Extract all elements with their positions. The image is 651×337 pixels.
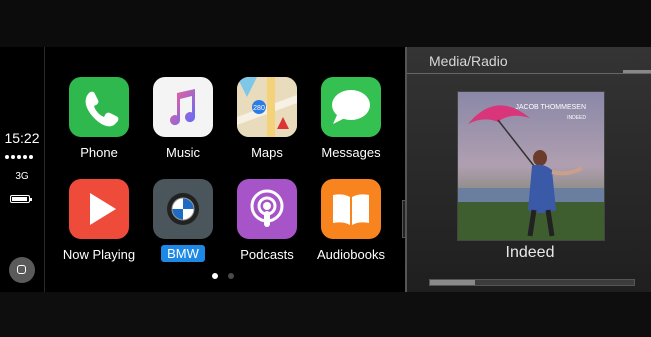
media-radio-panel: Media/Radio JACOB THOMMESEN INDEED Indee… [405,47,651,292]
clock: 15:22 [4,130,40,146]
app-label: Audiobooks [317,247,385,262]
phone-icon [69,77,129,137]
progress-fill [430,280,475,285]
page-dot [228,273,234,279]
track-name: Indeed [505,244,555,261]
app-phone[interactable]: Phone [59,77,139,177]
podcasts-icon [237,179,297,239]
album-title: INDEED [567,115,586,121]
top-bezel [0,0,651,47]
carplay-screen: 15:22 3G Phone Music 280 Maps Messages N… [0,47,405,292]
network-type: 3G [15,171,29,182]
app-label: Maps [251,145,283,160]
app-label: Podcasts [240,247,294,262]
app-label: Phone [80,145,118,160]
app-messages[interactable]: Messages [311,77,391,177]
app-now-playing[interactable]: Now Playing [59,179,139,279]
album-art[interactable]: JACOB THOMMESEN INDEED [457,91,605,241]
app-bmw[interactable]: BMW [143,179,223,279]
home-button[interactable] [9,257,35,283]
album-artist: JACOB THOMMESEN [515,104,586,111]
app-audiobooks[interactable]: Audiobooks [311,179,391,279]
divider [407,73,651,74]
progress-bar[interactable] [429,279,635,286]
screen-frame: 15:22 3G Phone Music 280 Maps Messages N… [0,0,651,337]
play-icon [69,179,129,239]
speech-bubble-icon [321,77,381,137]
app-music[interactable]: Music [143,77,223,177]
app-label: Now Playing [62,247,136,262]
svg-text:280: 280 [253,105,265,112]
signal-dots-icon [5,155,33,159]
app-label: BMW [161,245,205,262]
app-label: Messages [321,145,381,160]
panel-title: Media/Radio [429,53,508,69]
battery-icon [10,195,32,203]
status-sidebar: 15:22 3G [0,47,45,292]
app-maps[interactable]: 280 Maps [227,77,307,177]
music-note-icon [153,77,213,137]
app-podcasts[interactable]: Podcasts [227,179,307,279]
bottom-bezel [0,292,651,337]
book-icon [321,179,381,239]
page-dot-active [212,273,218,279]
panel-tab-indicator [623,70,651,73]
page-indicator[interactable] [212,273,234,279]
app-label: Music [166,145,200,160]
maps-icon: 280 [237,77,297,137]
bmw-logo-icon [153,179,213,239]
